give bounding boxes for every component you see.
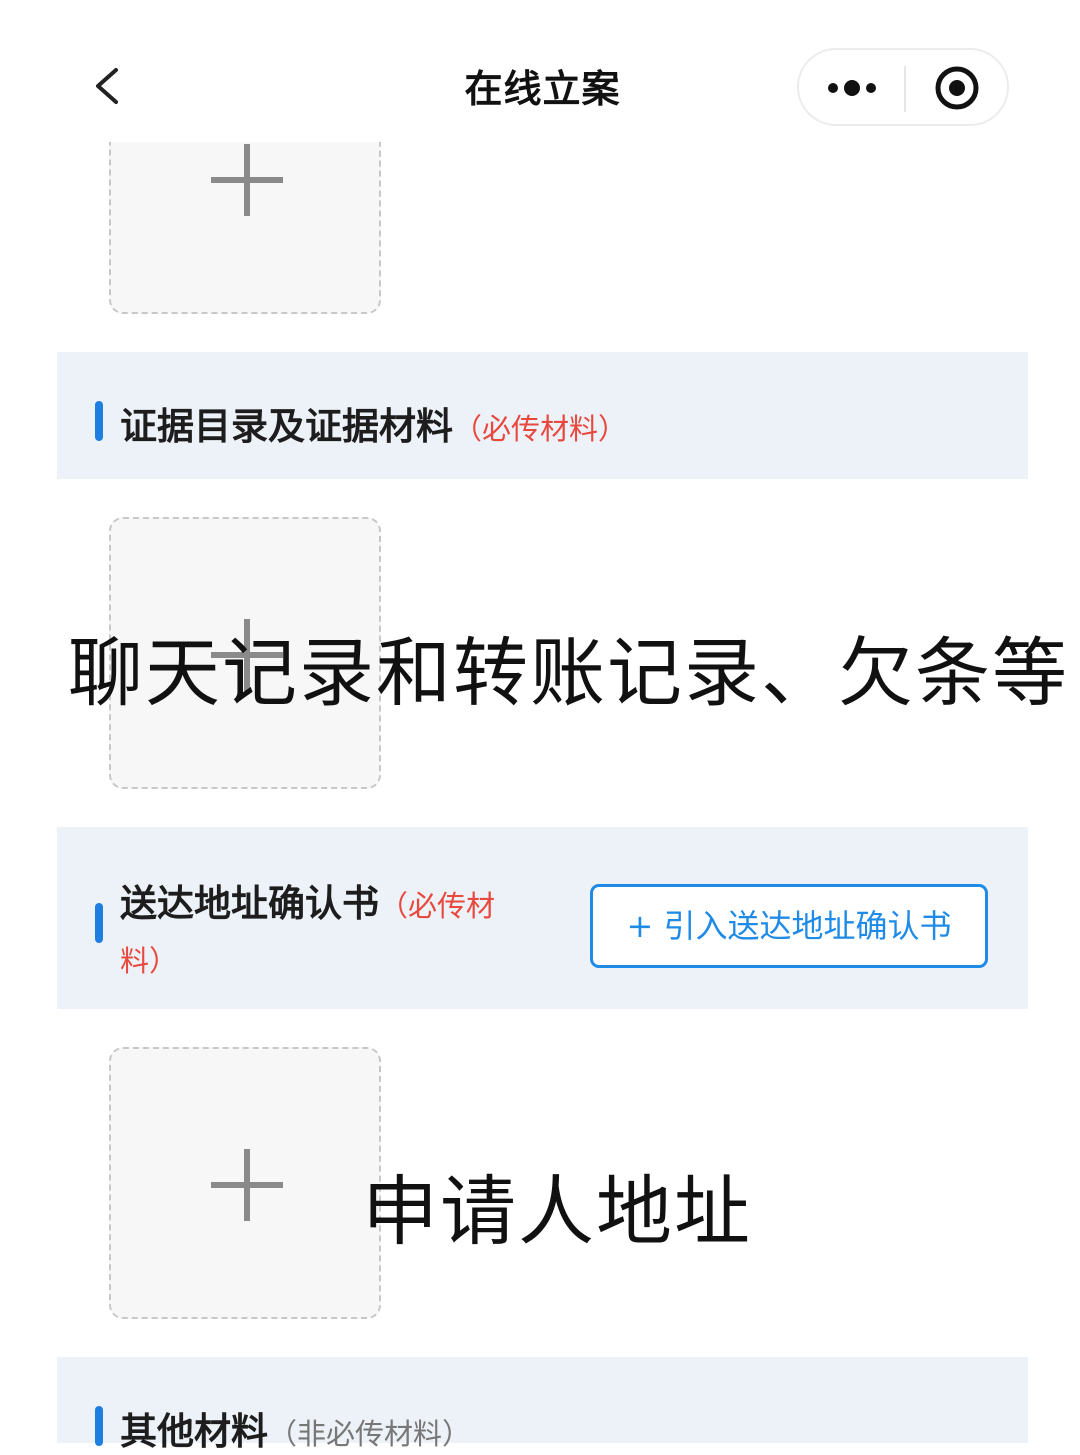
section-note-required: （必传材料） xyxy=(453,412,628,446)
import-delivery-address-button[interactable]: + 引入送达地址确认书 xyxy=(590,884,988,968)
target-circle-icon xyxy=(935,66,979,110)
section-title-evidence: 证据目录及证据材料 xyxy=(120,405,453,448)
more-dots-icon xyxy=(828,80,876,96)
annotation-evidence: 聊天记录和转账记录、欠条等 xyxy=(68,629,1070,717)
mini-program-capsule xyxy=(797,48,1009,126)
section-note-optional: （非必传材料） xyxy=(268,1417,472,1451)
section-note-required-cont: 料） xyxy=(120,944,179,978)
section-accent-bar xyxy=(95,401,103,441)
section-accent-bar xyxy=(95,1406,103,1446)
section-header-evidence: 证据目录及证据材料（必传材料） xyxy=(57,352,1028,479)
section-title-delivery-address: 送达地址确认书 xyxy=(120,882,379,925)
plus-icon xyxy=(211,1149,283,1221)
section-title-other-materials: 其他材料 xyxy=(120,1410,268,1453)
plus-icon xyxy=(211,144,283,216)
upload-box-delivery-address[interactable] xyxy=(109,1047,381,1319)
close-miniprogram-button[interactable] xyxy=(906,50,1009,126)
section-note-required: （必传材 xyxy=(379,889,496,923)
annotation-address: 申请人地址 xyxy=(362,1167,752,1256)
section-header-other-materials: 其他材料（非必传材料） xyxy=(57,1357,1028,1453)
more-button[interactable] xyxy=(799,50,904,126)
section-accent-bar xyxy=(95,903,103,943)
